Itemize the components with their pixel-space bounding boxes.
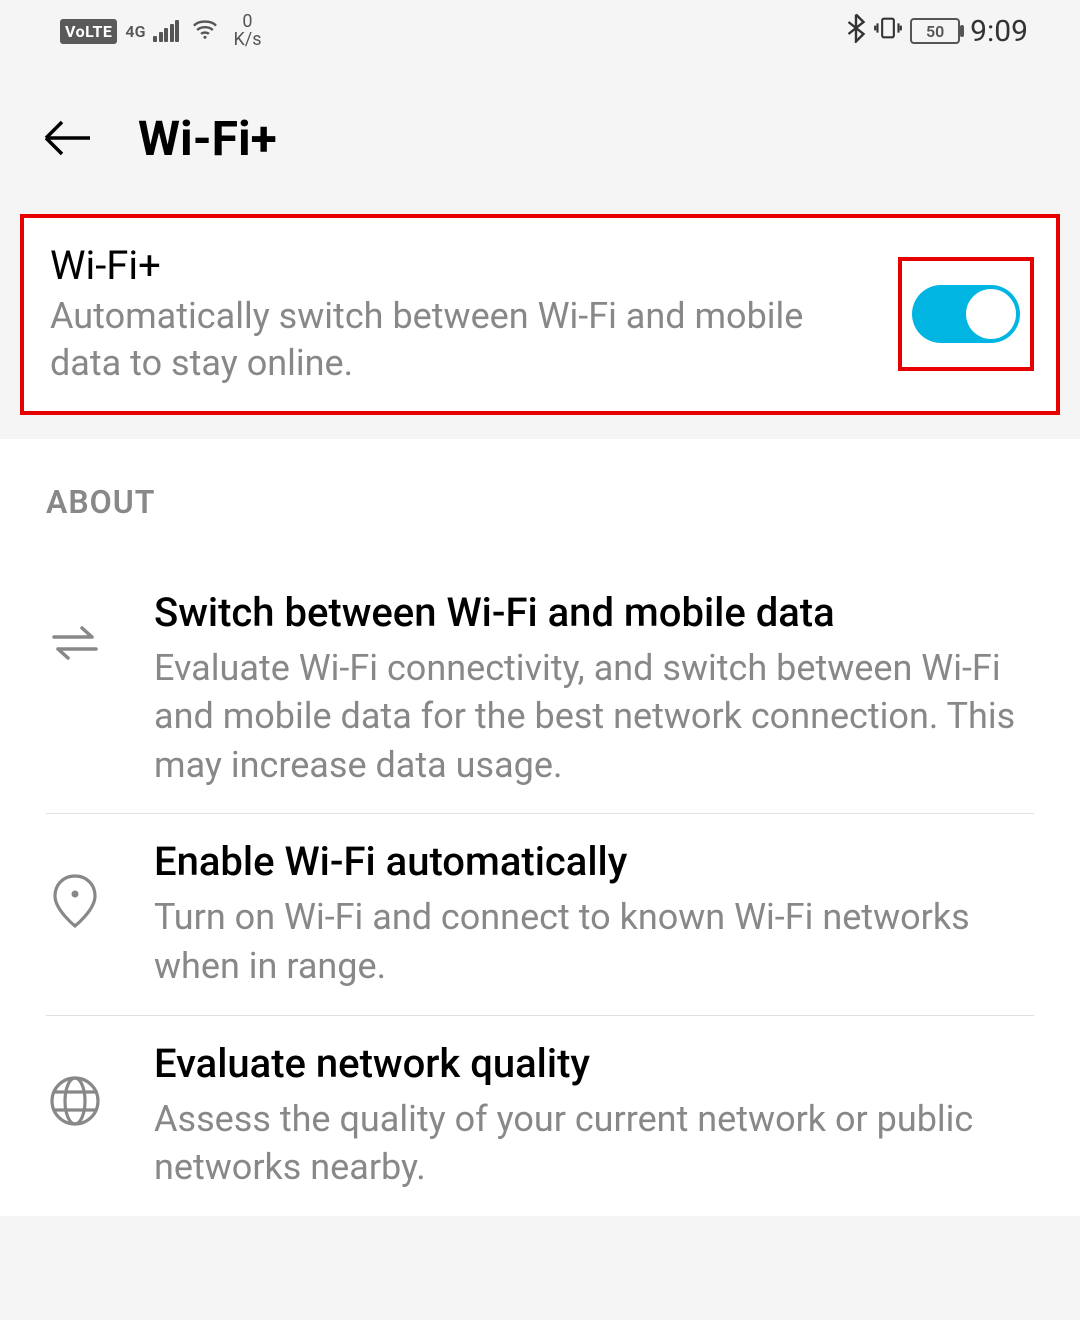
about-item-switch-data: Switch between Wi-Fi and mobile data Eva… xyxy=(46,565,1034,815)
swap-icon xyxy=(46,589,104,663)
about-section-label: ABOUT xyxy=(46,483,1034,521)
section-spacer xyxy=(0,415,1080,439)
status-bar: VoLTE 4G 0 K/s xyxy=(0,0,1080,62)
battery-icon: 50 xyxy=(910,18,960,44)
about-item-evaluate-quality: Evaluate network quality Assess the qual… xyxy=(46,1016,1034,1216)
about-item-text: Switch between Wi-Fi and mobile data Eva… xyxy=(154,589,1034,790)
location-icon xyxy=(46,838,104,932)
about-section: ABOUT Switch between Wi-Fi and mobile da… xyxy=(0,439,1080,1216)
wifi-plus-toggle-card: Wi-Fi+ Automatically switch between Wi-F… xyxy=(20,214,1060,415)
network-speed: 0 K/s xyxy=(233,13,261,49)
about-item-text: Evaluate network quality Assess the qual… xyxy=(154,1040,1034,1192)
back-button[interactable] xyxy=(42,113,92,163)
vibrate-icon xyxy=(874,14,902,48)
status-right: 50 9:09 xyxy=(846,13,1028,49)
wifi-plus-toggle-row[interactable]: Wi-Fi+ Automatically switch between Wi-F… xyxy=(24,218,1056,411)
network-gen-label: 4G xyxy=(125,22,145,41)
wifi-icon xyxy=(191,18,219,44)
status-left: VoLTE 4G 0 K/s xyxy=(60,13,261,49)
back-arrow-icon xyxy=(42,118,92,158)
battery-level: 50 xyxy=(926,22,944,41)
signal-icon xyxy=(153,20,179,42)
wifi-plus-toggle-title: Wi-Fi+ xyxy=(50,242,878,289)
volte-badge: VoLTE xyxy=(60,19,117,44)
wifi-plus-switch-highlight xyxy=(898,257,1034,371)
globe-icon xyxy=(46,1040,104,1128)
header: Wi-Fi+ xyxy=(0,62,1080,214)
about-item-auto-wifi: Enable Wi-Fi automatically Turn on Wi-Fi… xyxy=(46,814,1034,1015)
wifi-plus-switch[interactable] xyxy=(912,285,1020,343)
about-item-description: Turn on Wi-Fi and connect to known Wi-Fi… xyxy=(154,893,1034,990)
bluetooth-icon xyxy=(846,13,866,49)
wifi-plus-toggle-text: Wi-Fi+ Automatically switch between Wi-F… xyxy=(50,242,878,387)
about-item-description: Assess the quality of your current netwo… xyxy=(154,1095,1034,1192)
speed-unit: K/s xyxy=(233,31,261,49)
about-item-title: Evaluate network quality xyxy=(154,1040,1034,1087)
about-item-title: Enable Wi-Fi automatically xyxy=(154,838,1034,885)
about-item-description: Evaluate Wi-Fi connectivity, and switch … xyxy=(154,644,1034,790)
page-title: Wi-Fi+ xyxy=(138,110,277,167)
wifi-plus-toggle-description: Automatically switch between Wi-Fi and m… xyxy=(50,293,878,387)
clock: 9:09 xyxy=(970,14,1028,49)
about-item-title: Switch between Wi-Fi and mobile data xyxy=(154,589,1034,636)
about-item-text: Enable Wi-Fi automatically Turn on Wi-Fi… xyxy=(154,838,1034,990)
